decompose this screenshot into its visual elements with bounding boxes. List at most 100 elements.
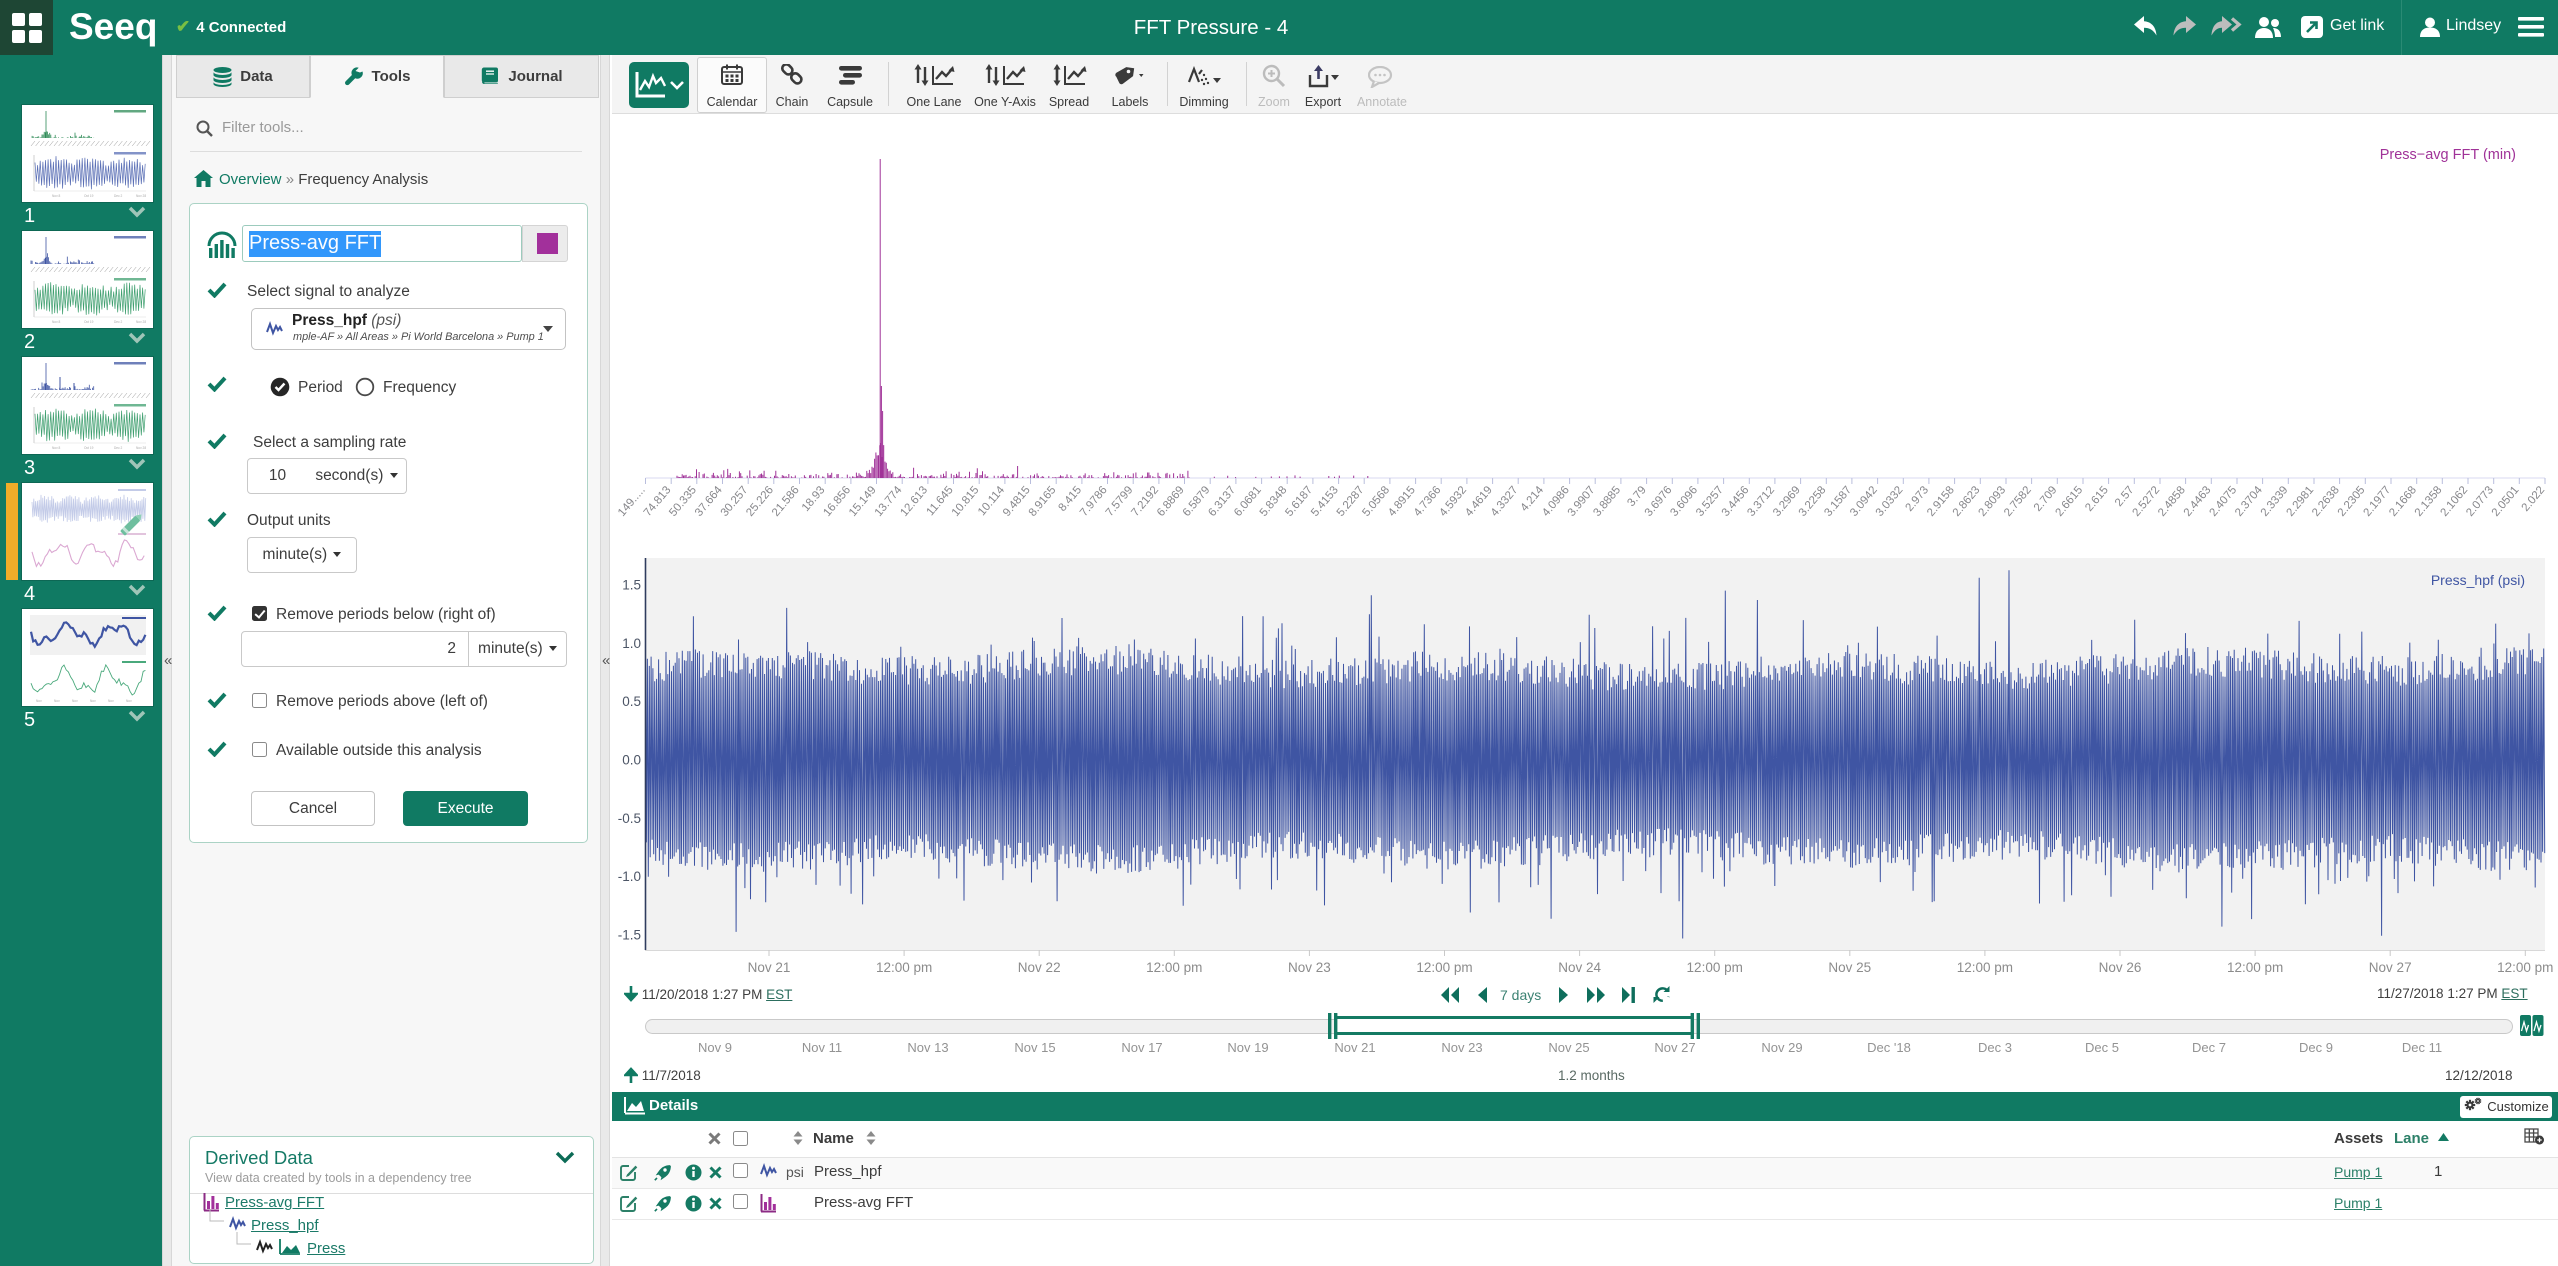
svg-text:Press−avg FFT (min): Press−avg FFT (min) — [2380, 147, 2516, 163]
svg-text:2.4858: 2.4858 — [2156, 484, 2188, 519]
svg-text:5.0568: 5.0568 — [1360, 484, 1392, 519]
svg-text:2.1062: 2.1062 — [2438, 484, 2470, 519]
svg-text:2.7582: 2.7582 — [2002, 484, 2034, 519]
svg-text:2.4075: 2.4075 — [2207, 484, 2239, 519]
svg-text:3.3712: 3.3712 — [1745, 484, 1777, 519]
svg-text:3.4456: 3.4456 — [1720, 484, 1752, 519]
svg-text:3.5257: 3.5257 — [1694, 484, 1726, 519]
svg-text:10.815: 10.815 — [950, 484, 982, 519]
svg-text:12.613: 12.613 — [898, 484, 930, 519]
svg-text:Nov: Nov — [54, 699, 60, 703]
svg-text:149.....: 149..... — [616, 484, 648, 519]
svg-text:Nov 23: Nov 23 — [1288, 960, 1331, 975]
svg-text:4.4619: 4.4619 — [1463, 484, 1495, 519]
svg-text:-1.5: -1.5 — [618, 928, 641, 943]
svg-text:12:00 pm: 12:00 pm — [2227, 960, 2283, 975]
svg-text:Nov: Nov — [36, 699, 42, 703]
svg-text:Nov 28: Nov 28 — [136, 446, 146, 450]
svg-text:0.0: 0.0 — [622, 753, 641, 768]
svg-text:2.4463: 2.4463 — [2182, 484, 2214, 519]
svg-text:50.335: 50.335 — [667, 484, 699, 519]
svg-text:5.4153: 5.4153 — [1309, 484, 1341, 519]
svg-text:3.8885: 3.8885 — [1591, 484, 1623, 519]
svg-text:6.5879: 6.5879 — [1181, 484, 1213, 519]
svg-text:25.226: 25.226 — [744, 484, 776, 519]
svg-text:-0.5: -0.5 — [618, 811, 641, 826]
svg-text:Oct 19: Oct 19 — [84, 320, 94, 324]
svg-text:8.9165: 8.9165 — [1027, 484, 1059, 519]
svg-text:1.5: 1.5 — [622, 578, 641, 593]
svg-text:2.0501: 2.0501 — [2490, 484, 2522, 519]
svg-text:7.2192: 7.2192 — [1129, 484, 1161, 519]
svg-text:Nov 27: Nov 27 — [2369, 960, 2412, 975]
svg-text:21.586: 21.586 — [770, 484, 802, 519]
svg-text:9.4815: 9.4815 — [1001, 484, 1033, 519]
svg-text:Dec 2: Dec 2 — [114, 320, 123, 324]
svg-text:3.6096: 3.6096 — [1668, 484, 1700, 519]
svg-text:12:00 pm: 12:00 pm — [1416, 960, 1472, 975]
svg-text:Oct 19: Oct 19 — [84, 194, 94, 198]
svg-text:5.2287: 5.2287 — [1335, 484, 1367, 519]
svg-text:Nov 8: Nov 8 — [52, 320, 61, 324]
svg-text:3.9907: 3.9907 — [1566, 484, 1598, 519]
svg-text:3.0332: 3.0332 — [1874, 484, 1906, 519]
svg-text:Nov 8: Nov 8 — [52, 194, 61, 198]
svg-text:2.2305: 2.2305 — [2336, 484, 2368, 519]
svg-text:3.0942: 3.0942 — [1848, 484, 1880, 519]
svg-text:6.3137: 6.3137 — [1206, 484, 1238, 519]
svg-text:4.7366: 4.7366 — [1412, 484, 1444, 519]
svg-text:12:00 pm: 12:00 pm — [1687, 960, 1743, 975]
svg-text:Nov 25: Nov 25 — [1828, 960, 1871, 975]
svg-text:Press_hpf (psi): Press_hpf (psi) — [2431, 572, 2525, 588]
svg-text:2.3339: 2.3339 — [2259, 484, 2291, 519]
svg-text:5.6187: 5.6187 — [1283, 484, 1315, 519]
svg-text:4.8915: 4.8915 — [1386, 484, 1418, 519]
svg-text:12:00 pm: 12:00 pm — [1146, 960, 1202, 975]
svg-text:2.1668: 2.1668 — [2387, 484, 2419, 519]
svg-text:0.5: 0.5 — [622, 694, 641, 709]
svg-text:2.1358: 2.1358 — [2413, 484, 2445, 519]
svg-text:Nov 28: Nov 28 — [136, 194, 146, 198]
svg-text:5.8348: 5.8348 — [1258, 484, 1290, 519]
svg-text:2.022: 2.022 — [2520, 484, 2548, 514]
svg-text:7.9786: 7.9786 — [1078, 484, 1110, 519]
svg-text:Nov: Nov — [108, 699, 114, 703]
svg-text:12:00 pm: 12:00 pm — [1957, 960, 2013, 975]
svg-text:3.1587: 3.1587 — [1822, 484, 1854, 519]
svg-text:2.9158: 2.9158 — [1925, 484, 1957, 519]
svg-text:7.5799: 7.5799 — [1104, 484, 1136, 519]
svg-text:Nov 28: Nov 28 — [136, 320, 146, 324]
svg-text:Oct 19: Oct 19 — [84, 446, 94, 450]
svg-text:3.2258: 3.2258 — [1797, 484, 1829, 519]
svg-text:4.5932: 4.5932 — [1437, 484, 1469, 519]
svg-text:2.2638: 2.2638 — [2310, 484, 2342, 519]
svg-text:15.149: 15.149 — [847, 484, 879, 519]
svg-text:3.79: 3.79 — [1625, 484, 1649, 509]
svg-text:Dec 2: Dec 2 — [114, 446, 123, 450]
svg-text:Nov 8: Nov 8 — [52, 446, 61, 450]
svg-text:30.257: 30.257 — [719, 484, 751, 519]
svg-text:12:00 pm: 12:00 pm — [2497, 960, 2553, 975]
svg-text:2.57: 2.57 — [2113, 484, 2137, 509]
svg-text:Dec 2: Dec 2 — [114, 194, 123, 198]
svg-text:2.615: 2.615 — [2083, 484, 2111, 514]
svg-text:16.856: 16.856 — [821, 484, 853, 519]
svg-text:2.2981: 2.2981 — [2284, 484, 2316, 519]
svg-text:6.0681: 6.0681 — [1232, 484, 1264, 519]
svg-text:4.3327: 4.3327 — [1489, 484, 1521, 519]
svg-text:Nov 26: Nov 26 — [2099, 960, 2142, 975]
svg-text:Nov 22: Nov 22 — [1018, 960, 1061, 975]
svg-text:3.6976: 3.6976 — [1643, 484, 1675, 519]
svg-text:6.8869: 6.8869 — [1155, 484, 1187, 519]
svg-text:Nov: Nov — [90, 699, 96, 703]
svg-text:2.5272: 2.5272 — [2130, 484, 2162, 519]
svg-text:74.813: 74.813 — [642, 484, 674, 519]
svg-text:Nov 21: Nov 21 — [748, 960, 791, 975]
svg-text:Nov: Nov — [126, 699, 132, 703]
svg-text:2.1977: 2.1977 — [2361, 484, 2393, 519]
svg-text:4.0986: 4.0986 — [1540, 484, 1572, 519]
svg-text:2.8093: 2.8093 — [1976, 484, 2008, 519]
svg-text:-1.0: -1.0 — [618, 869, 641, 884]
svg-text:Nov 24: Nov 24 — [1558, 960, 1601, 975]
svg-text:2.6615: 2.6615 — [2053, 484, 2085, 519]
